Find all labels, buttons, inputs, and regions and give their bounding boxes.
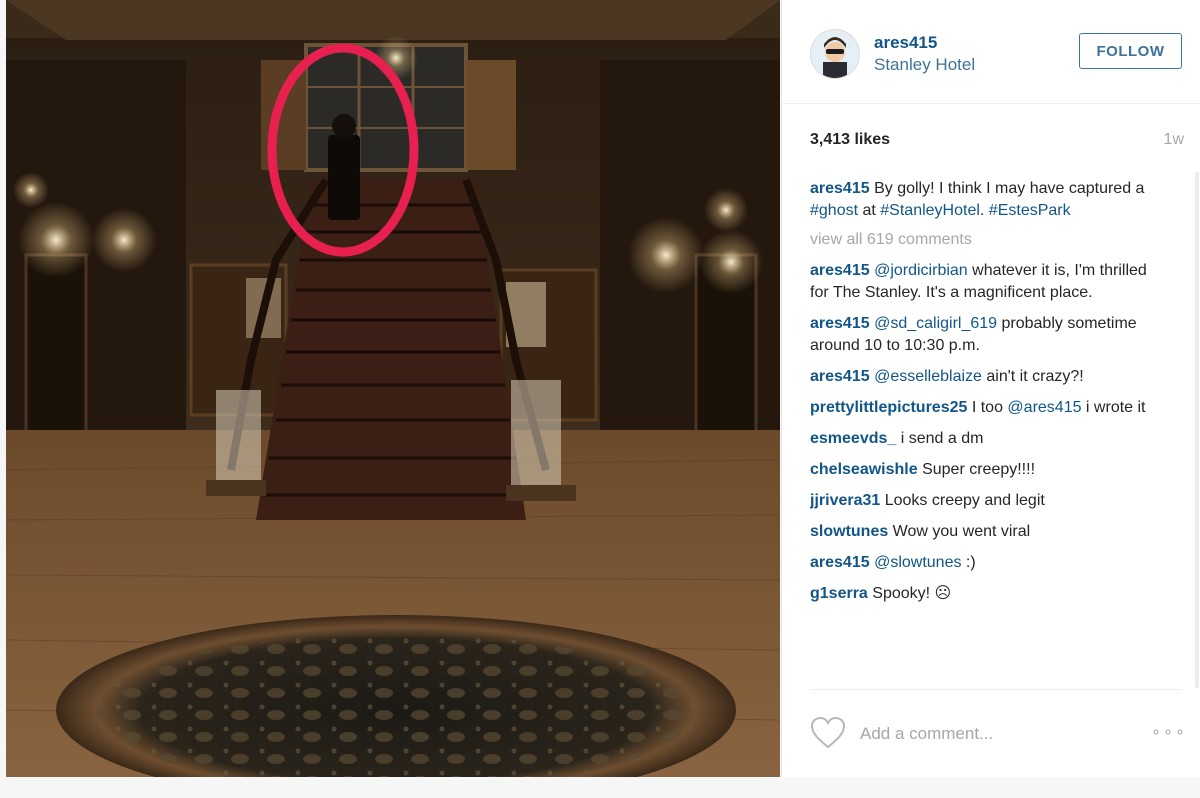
comment-username[interactable]: jjrivera31 xyxy=(810,492,880,509)
divider xyxy=(810,689,1182,690)
comment-username[interactable]: esmeevds_ xyxy=(810,430,896,447)
caption-username[interactable]: ares415 xyxy=(810,180,870,197)
post-photo[interactable] xyxy=(6,0,780,777)
post-location[interactable]: Stanley Hotel xyxy=(874,55,975,75)
comment-text: i wrote it xyxy=(1081,399,1146,416)
post-username[interactable]: ares415 xyxy=(874,33,937,53)
comment: prettylittlepictures25 I too @ares415 i … xyxy=(810,397,1165,419)
comment: jjrivera31 Looks creepy and legit xyxy=(810,490,1165,512)
comment-username[interactable]: prettylittlepictures25 xyxy=(810,399,967,416)
comment: g1serra Spooky! ☹ xyxy=(810,583,1165,605)
comment-mention[interactable]: @slowtunes xyxy=(874,554,961,571)
comments-scrollbar[interactable] xyxy=(1195,172,1199,688)
caption-text: . xyxy=(979,202,989,219)
comment-text: ain't it crazy?! xyxy=(981,368,1084,385)
comment-text: Wow you went viral xyxy=(888,523,1031,540)
comment-username[interactable]: g1serra xyxy=(810,585,868,602)
caption: ares415 By golly! I think I may have cap… xyxy=(810,178,1165,222)
comment-mention[interactable]: @ares415 xyxy=(1007,399,1081,416)
post-age[interactable]: 1w xyxy=(1164,131,1184,149)
comment-username[interactable]: ares415 xyxy=(810,262,870,279)
comment: ares415 @esselleblaize ain't it crazy?! xyxy=(810,366,1165,388)
comment: ares415 @slowtunes :) xyxy=(810,552,1165,574)
hashtag-estespark[interactable]: #EstesPark xyxy=(989,202,1071,219)
more-options-icon[interactable]: ∘∘∘ xyxy=(1151,722,1187,742)
heart-icon[interactable] xyxy=(810,716,846,750)
comment-text: Looks creepy and legit xyxy=(880,492,1045,509)
comment-username[interactable]: ares415 xyxy=(810,554,870,571)
follow-button[interactable]: FOLLOW xyxy=(1079,33,1182,69)
comments-list: ares415 By golly! I think I may have cap… xyxy=(810,178,1165,690)
comment-username[interactable]: ares415 xyxy=(810,368,870,385)
hashtag-ghost[interactable]: #ghost xyxy=(810,202,858,219)
hashtag-stanleyhotel[interactable]: #StanleyHotel xyxy=(880,202,980,219)
comment-text: Spooky! ☹ xyxy=(867,585,952,602)
comment: chelseawishle Super creepy!!!! xyxy=(810,459,1165,481)
post-stats: 3,413 likes 1w xyxy=(810,131,1184,151)
comment: slowtunes Wow you went viral xyxy=(810,521,1165,543)
comment-text: i send a dm xyxy=(896,430,984,447)
avatar-image xyxy=(811,30,859,78)
comment-username[interactable]: slowtunes xyxy=(810,523,888,540)
likes-count[interactable]: 3,413 likes xyxy=(810,131,890,149)
comment-username[interactable]: chelseawishle xyxy=(810,461,918,478)
view-all-comments-link[interactable]: view all 619 comments xyxy=(810,229,1165,251)
comment-text: I too xyxy=(967,399,1008,416)
comment-text: Super creepy!!!! xyxy=(917,461,1036,478)
caption-text: at xyxy=(858,202,881,219)
comment-mention[interactable]: @jordicirbian xyxy=(874,262,968,279)
avatar[interactable] xyxy=(810,29,860,79)
hotel-staircase-photo xyxy=(6,0,780,777)
comment: esmeevds_ i send a dm xyxy=(810,428,1165,450)
comment-mention[interactable]: @sd_caligirl_619 xyxy=(874,315,997,332)
post-sidebar: ares415 Stanley Hotel FOLLOW 3,413 likes… xyxy=(781,0,1200,777)
comment-username[interactable]: ares415 xyxy=(810,315,870,332)
caption-text: By golly! I think I may have captured a xyxy=(874,180,1145,197)
comment: ares415 @sd_caligirl_619 probably someti… xyxy=(810,313,1165,357)
comment-text: :) xyxy=(961,554,976,571)
comment: ares415 @jordicirbian whatever it is, I'… xyxy=(810,260,1165,304)
comment-mention[interactable]: @esselleblaize xyxy=(874,368,982,385)
add-comment-input[interactable] xyxy=(860,722,1110,746)
post-header: ares415 Stanley Hotel FOLLOW xyxy=(782,0,1200,104)
